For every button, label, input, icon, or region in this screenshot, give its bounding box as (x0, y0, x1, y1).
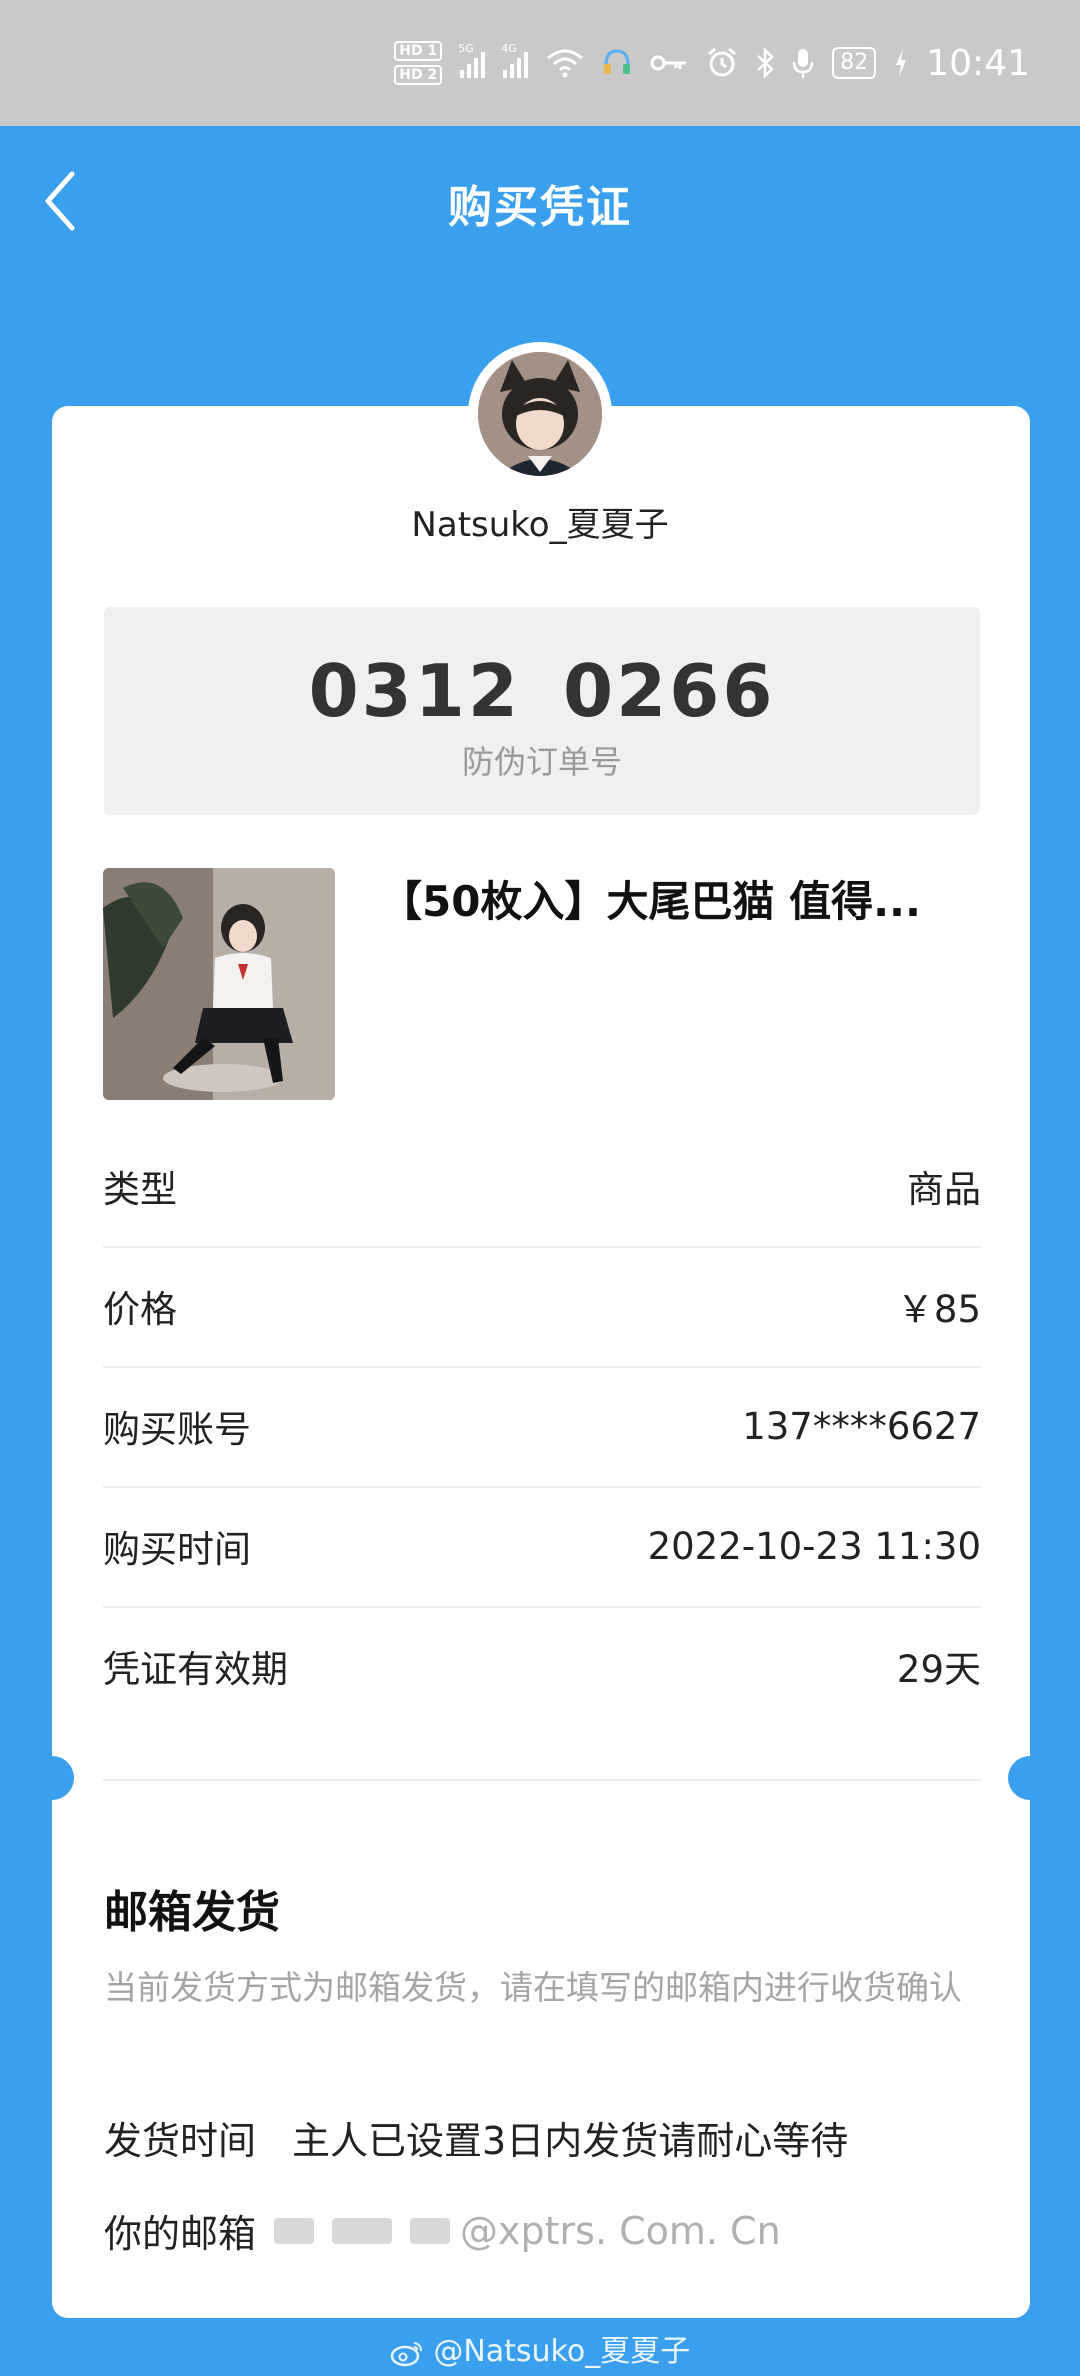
signal-5g-icon: 5G (458, 42, 486, 78)
wifi-icon (546, 48, 584, 78)
page-title: 购买凭证 (448, 182, 632, 233)
charging-icon (894, 48, 908, 78)
microphone-icon (792, 47, 814, 79)
detail-row-account: 购买账号 137****6627 (103, 1366, 981, 1488)
order-number-label: 防伪订单号 (461, 743, 622, 781)
detail-label: 凭证有效期 (103, 1648, 288, 1691)
detail-label: 类型 (103, 1168, 177, 1211)
detail-value: 137****6627 (742, 1404, 981, 1448)
alarm-icon (706, 47, 738, 79)
sim2-badge: HD 2 (394, 65, 443, 85)
weibo-icon (390, 2334, 434, 2369)
detail-row-price: 价格 ￥85 (103, 1246, 981, 1368)
detail-value: ￥85 (896, 1288, 981, 1331)
status-icons: HD 1 HD 2 5G 4G 82 10:41 (394, 0, 1030, 126)
email-label: 你的邮箱 (104, 2212, 257, 2256)
order-number-box: 0312 0266 防伪订单号 (104, 607, 980, 815)
detail-label: 价格 (103, 1288, 177, 1331)
status-clock: 10:41 (926, 42, 1030, 84)
bluetooth-icon (756, 47, 775, 79)
detail-label: 购买时间 (103, 1528, 251, 1571)
redacted-email-part (332, 2217, 393, 2244)
detail-row-validity: 凭证有效期 29天 (103, 1606, 981, 1726)
headset-icon (602, 47, 632, 79)
detail-label: 购买账号 (103, 1408, 251, 1451)
shipping-title: 邮箱发货 (104, 1887, 280, 1938)
detail-row-type: 类型 商品 (103, 1126, 981, 1248)
sim1-badge: HD 1 (394, 41, 443, 61)
seller-name: Natsuko_夏夏子 (411, 505, 669, 545)
product-title[interactable]: 【50枚入】大尾巴猫 值得... (380, 868, 980, 929)
sim-indicators: HD 1 HD 2 (394, 41, 443, 85)
network-4g-label: 4G (501, 42, 517, 55)
watermark-text: @Natsuko_夏夏子 (433, 2334, 691, 2369)
shipping-time-row: 发货时间 主人已设置3日内发货请耐心等待 (104, 2110, 848, 2165)
ticket-divider (103, 1779, 981, 1781)
network-5g-label: 5G (458, 42, 474, 55)
detail-value: 商品 (907, 1168, 981, 1211)
watermark: @Natsuko_夏夏子 (0, 2326, 1080, 2370)
signal-4g-icon: 4G (501, 42, 529, 78)
product-thumbnail[interactable] (103, 868, 335, 1100)
key-icon (650, 53, 688, 73)
ticket-notch-left (30, 1756, 74, 1800)
redacted-email-part (410, 2217, 451, 2244)
ticket-notch-right (1008, 1756, 1052, 1800)
detail-value: 2022-10-23 11:30 (647, 1524, 981, 1568)
battery-indicator: 82 (832, 47, 877, 79)
shipping-time-label: 发货时间 (104, 2119, 257, 2163)
email-row: 你的邮箱 @xptrs. Com. Cn (104, 2203, 781, 2258)
status-bar: HD 1 HD 2 5G 4G 82 10:41 (0, 0, 1080, 126)
shipping-time-value: 主人已设置3日内发货请耐心等待 (292, 2119, 849, 2163)
order-number: 0312 0266 (308, 649, 776, 733)
shipping-description: 当前发货方式为邮箱发货，请在填写的邮箱内进行收货确认 (104, 1968, 962, 2007)
email-domain: @xptrs. Com. Cn (460, 2208, 781, 2253)
detail-row-purchase-time: 购买时间 2022-10-23 11:30 (103, 1486, 981, 1608)
seller-avatar[interactable] (478, 352, 602, 476)
title-bar: 购买凭证 (0, 126, 1080, 276)
redacted-email-part (274, 2217, 315, 2244)
detail-value: 29天 (896, 1648, 981, 1691)
